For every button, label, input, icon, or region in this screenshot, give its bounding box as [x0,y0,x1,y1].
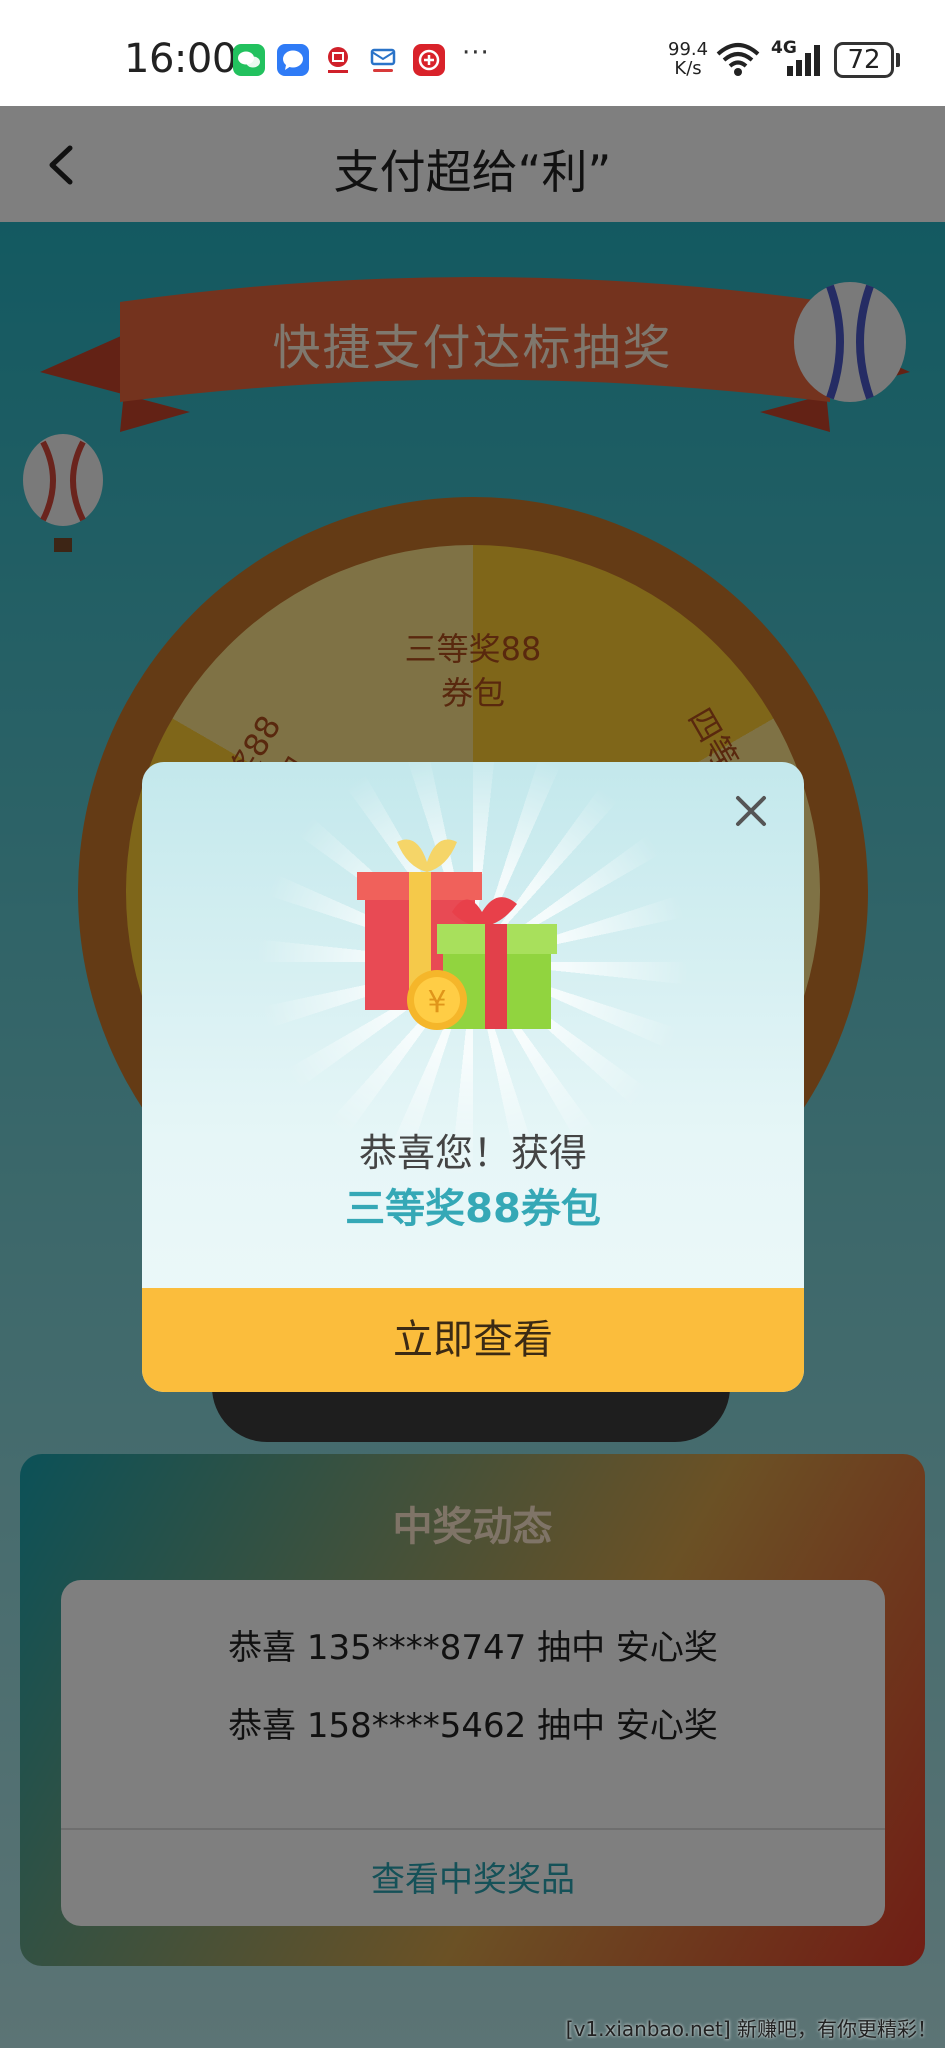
congrats-text: 恭喜您！获得 [358,1131,587,1175]
watermark-text: [v1.xianbao.net] 新赚吧，有你更精彩！ [565,2017,937,2041]
message-icon [277,44,309,76]
view-now-button[interactable]: 立即查看 [142,1288,804,1392]
bank-app-icon [322,44,354,76]
unionpay-app-icon [413,44,445,76]
mail-app-icon [367,44,399,76]
prize-modal: ¥ 恭喜您！获得 三等奖88券包 立即查看 [142,762,804,1392]
svg-text:¥: ¥ [427,985,446,1020]
battery-tip [896,53,900,67]
net-speed-unit: K/s [674,58,702,79]
more-notifications-icon: ··· [462,38,490,68]
battery-icon: 72 [834,42,894,78]
wechat-icon [233,44,265,76]
status-time: 16:00 [124,36,237,82]
gift-box-icon: ¥ [357,839,557,1030]
close-icon [736,796,766,826]
signal-icon [785,42,825,82]
net-speed-value: 99.4 [668,39,709,60]
network-speed: 99.4 K/s [668,40,708,78]
prize-name: 三等奖88券包 [345,1186,601,1232]
close-button[interactable] [728,788,774,834]
status-bar: 16:00 ··· 99.4 K/s 4G 72 [0,0,945,106]
wifi-icon [716,42,760,82]
